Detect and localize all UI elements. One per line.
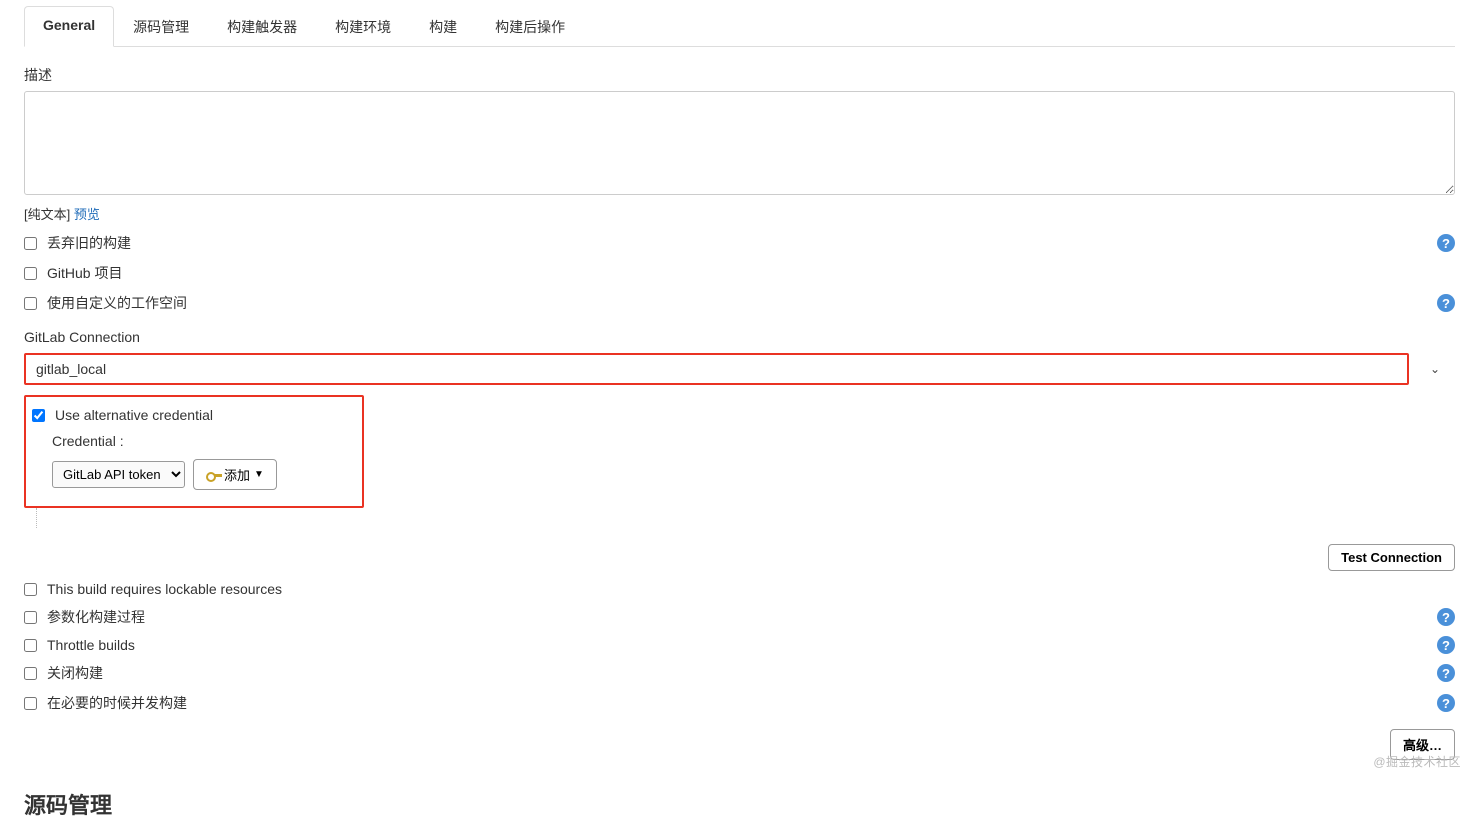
credential-label: Credential :	[52, 433, 352, 449]
use-alternative-credential-checkbox[interactable]	[32, 409, 45, 422]
scm-section-heading: 源码管理	[24, 788, 1455, 820]
config-tabs: General 源码管理 构建触发器 构建环境 构建 构建后操作	[24, 6, 1455, 47]
credential-select[interactable]: GitLab API token	[52, 461, 185, 488]
alternative-credential-block: Use alternative credential Credential : …	[24, 395, 364, 508]
throttle-builds-label: Throttle builds	[47, 637, 135, 653]
lockable-resources-label: This build requires lockable resources	[47, 581, 282, 597]
preview-link[interactable]: 预览	[74, 207, 100, 222]
tab-build[interactable]: 构建	[410, 6, 476, 47]
tab-build-triggers[interactable]: 构建触发器	[208, 6, 316, 47]
plaintext-label: [纯文本]	[24, 207, 74, 222]
parameterized-build-label: 参数化构建过程	[47, 607, 145, 627]
help-icon[interactable]: ?	[1437, 694, 1455, 712]
discard-old-builds-label: 丢弃旧的构建	[47, 233, 131, 253]
caret-down-icon: ▼	[254, 469, 264, 480]
tab-scm[interactable]: 源码管理	[114, 6, 208, 47]
github-project-label: GitHub 项目	[47, 263, 122, 283]
custom-workspace-label: 使用自定义的工作空间	[47, 293, 187, 313]
key-icon	[206, 471, 220, 479]
description-hint: [纯文本] 预览	[24, 204, 1455, 223]
use-alternative-credential-label: Use alternative credential	[55, 407, 213, 423]
gitlab-connection-label: GitLab Connection	[24, 329, 1455, 345]
add-credential-label: 添加	[224, 465, 250, 484]
description-label: 描述	[24, 65, 1455, 85]
throttle-builds-checkbox[interactable]	[24, 639, 37, 652]
lockable-resources-checkbox[interactable]	[24, 583, 37, 596]
help-icon[interactable]: ?	[1437, 664, 1455, 682]
add-credential-button[interactable]: 添加 ▼	[193, 459, 277, 490]
concurrent-build-label: 在必要的时候并发构建	[47, 693, 187, 713]
close-build-checkbox[interactable]	[24, 667, 37, 680]
gitlab-connection-select[interactable]: gitlab_local	[24, 353, 1409, 385]
test-connection-button[interactable]: Test Connection	[1328, 544, 1455, 571]
tab-post-build[interactable]: 构建后操作	[476, 6, 584, 47]
parameterized-build-checkbox[interactable]	[24, 611, 37, 624]
help-icon[interactable]: ?	[1437, 294, 1455, 312]
tab-build-env[interactable]: 构建环境	[316, 6, 410, 47]
discard-old-builds-checkbox[interactable]	[24, 237, 37, 250]
chevron-down-icon[interactable]: ⌄	[1415, 362, 1455, 376]
close-build-label: 关闭构建	[47, 663, 103, 683]
github-project-checkbox[interactable]	[24, 267, 37, 280]
custom-workspace-checkbox[interactable]	[24, 297, 37, 310]
help-icon[interactable]: ?	[1437, 636, 1455, 654]
concurrent-build-checkbox[interactable]	[24, 697, 37, 710]
help-icon[interactable]: ?	[1437, 234, 1455, 252]
tab-general[interactable]: General	[24, 6, 114, 47]
watermark: @掘金技术社区	[1373, 753, 1461, 770]
description-textarea[interactable]	[24, 91, 1455, 195]
general-panel: 描述 [纯文本] 预览 丢弃旧的构建 ? GitHub 项目 使用自定义的工作空…	[24, 47, 1455, 820]
help-icon[interactable]: ?	[1437, 608, 1455, 626]
